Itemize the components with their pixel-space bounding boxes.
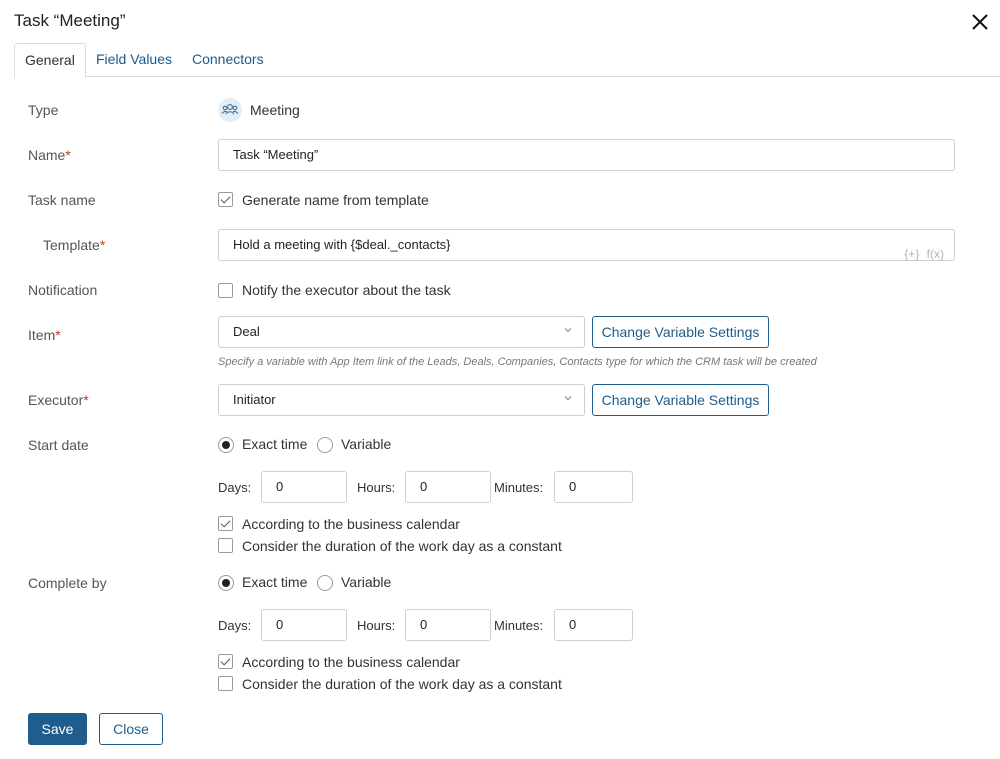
- complete-days-label: Days:: [218, 618, 252, 633]
- executor-change-variable-settings-button[interactable]: Change Variable Settings: [592, 384, 769, 416]
- notify-executor-label: Notify the executor about the task: [242, 282, 451, 298]
- start-minutes-label: Minutes:: [494, 480, 544, 495]
- complete-exact-time-radio[interactable]: [218, 575, 234, 591]
- start-minutes-input[interactable]: 0: [554, 471, 633, 503]
- tab-general[interactable]: General: [14, 43, 86, 78]
- start-days-input[interactable]: 0: [261, 471, 347, 503]
- chevron-down-icon: [564, 396, 572, 401]
- complete-workday-constant-checkbox[interactable]: [218, 676, 233, 691]
- start-variable-label: Variable: [341, 436, 392, 452]
- start-business-calendar-checkbox[interactable]: [218, 516, 233, 531]
- complete-minutes-input[interactable]: 0: [554, 609, 633, 641]
- template-input[interactable]: Hold a meeting with {$deal._contacts} {+…: [218, 229, 955, 261]
- complete-days-input[interactable]: 0: [261, 609, 347, 641]
- complete-variable-label: Variable: [341, 574, 392, 590]
- start-workday-constant-checkbox[interactable]: [218, 538, 233, 553]
- generate-name-label: Generate name from template: [242, 192, 429, 208]
- start-business-calendar-label: According to the business calendar: [242, 516, 460, 532]
- dialog-title: Task “Meeting”: [14, 11, 126, 30]
- name-input[interactable]: Task “Meeting”: [218, 139, 955, 171]
- executor-label: Executor*: [28, 392, 89, 408]
- complete-minutes-label: Minutes:: [494, 618, 544, 633]
- executor-select-value: Initiator: [233, 392, 276, 407]
- save-button[interactable]: Save: [28, 713, 87, 745]
- function-icon[interactable]: f(x): [927, 247, 944, 261]
- complete-variable-radio[interactable]: [317, 575, 333, 591]
- start-variable-radio[interactable]: [317, 437, 333, 453]
- tab-bar: General Field Values Connectors: [14, 43, 1000, 78]
- executor-select[interactable]: Initiator: [218, 384, 585, 416]
- start-date-label: Start date: [28, 437, 89, 453]
- start-days-label: Days:: [218, 480, 252, 495]
- complete-hours-label: Hours:: [357, 618, 396, 633]
- start-hours-label: Hours:: [357, 480, 396, 495]
- task-name-label: Task name: [28, 192, 96, 208]
- item-select[interactable]: Deal: [218, 316, 585, 348]
- type-label: Type: [28, 102, 59, 118]
- item-select-value: Deal: [233, 324, 260, 339]
- complete-workday-constant-label: Consider the duration of the work day as…: [242, 676, 562, 692]
- name-label: Name*: [28, 147, 71, 163]
- generate-name-checkbox[interactable]: [218, 192, 233, 207]
- complete-business-calendar-label: According to the business calendar: [242, 654, 460, 670]
- item-label: Item*: [28, 327, 61, 343]
- chevron-down-icon: [564, 328, 572, 333]
- complete-by-label: Complete by: [28, 575, 107, 591]
- tab-connectors[interactable]: Connectors: [182, 43, 274, 77]
- close-button[interactable]: Close: [99, 713, 163, 745]
- start-exact-time-label: Exact time: [242, 436, 308, 452]
- close-icon[interactable]: [969, 11, 991, 33]
- complete-hours-input[interactable]: 0: [405, 609, 491, 641]
- start-exact-time-radio[interactable]: [218, 437, 234, 453]
- template-value: Hold a meeting with {$deal._contacts}: [233, 237, 451, 252]
- item-change-variable-settings-button[interactable]: Change Variable Settings: [592, 316, 769, 348]
- type-value: Meeting: [250, 102, 300, 118]
- people-group-icon: [218, 98, 242, 122]
- notification-label: Notification: [28, 282, 98, 298]
- complete-exact-time-label: Exact time: [242, 574, 308, 590]
- item-hint: Specify a variable with App Item link of…: [218, 356, 817, 368]
- start-hours-input[interactable]: 0: [405, 471, 491, 503]
- complete-business-calendar-checkbox[interactable]: [218, 654, 233, 669]
- start-workday-constant-label: Consider the duration of the work day as…: [242, 538, 562, 554]
- tab-field-values[interactable]: Field Values: [86, 43, 182, 77]
- insert-variable-icon[interactable]: {+}: [904, 247, 919, 261]
- template-label: Template*: [43, 237, 106, 253]
- notify-executor-checkbox[interactable]: [218, 283, 233, 298]
